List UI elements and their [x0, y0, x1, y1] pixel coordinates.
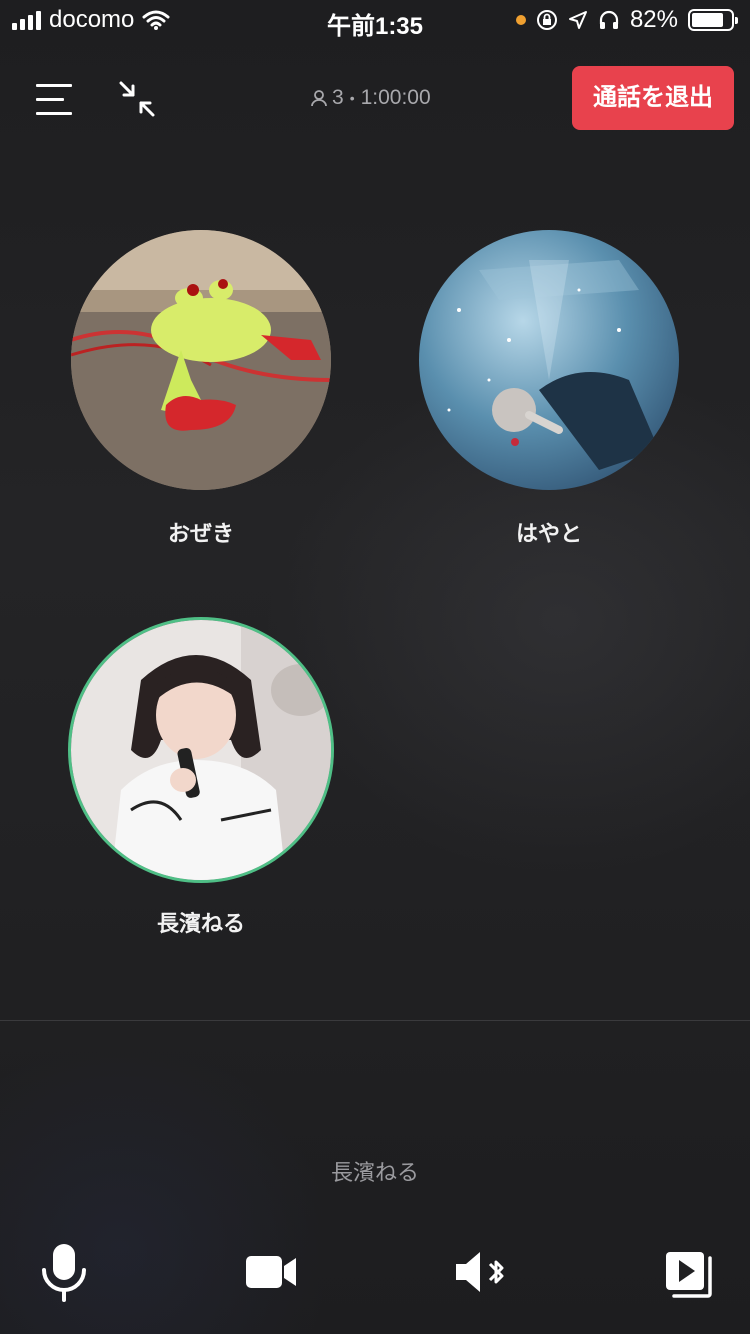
status-right: 82% [515, 6, 738, 34]
battery-percent: 82% [629, 6, 678, 33]
battery-icon [688, 9, 738, 31]
exit-call-button[interactable]: 通話を退出 [572, 66, 734, 130]
singer-with-microphone-photo [71, 620, 331, 880]
participant-tile[interactable]: おぜき [71, 230, 331, 548]
carrier-name: docomo [49, 6, 135, 33]
mic-in-use-indicator-icon [515, 15, 526, 25]
avatar-speaking [71, 620, 331, 880]
microphone-icon[interactable] [34, 1240, 94, 1304]
call-duration: 1:00:00 [360, 86, 431, 109]
participant-count: 3 [332, 86, 344, 109]
menu-icon[interactable] [36, 82, 72, 116]
wifi-icon [142, 10, 170, 30]
video-camera-icon[interactable] [242, 1240, 302, 1304]
person-icon [311, 90, 327, 107]
bluetooth-speaker-icon[interactable] [452, 1240, 512, 1304]
frog-plush-photo [71, 230, 331, 490]
concert-singer-photo [419, 230, 679, 490]
call-info: 3 • 1:00:00 [310, 86, 431, 110]
avatar [419, 230, 679, 490]
status-left: docomo [12, 6, 170, 34]
headphones-icon [599, 10, 619, 29]
screen-share-icon[interactable] [660, 1240, 720, 1304]
participant-tile[interactable]: はやと [419, 230, 679, 548]
avatar [71, 230, 331, 490]
divider [0, 1020, 750, 1021]
status-bar: docomo 午前1:35 82% [0, 0, 750, 40]
call-controls [0, 1240, 750, 1310]
minimize-call-icon[interactable] [118, 80, 156, 118]
location-icon [568, 11, 587, 29]
participant-name: おぜき [167, 521, 234, 546]
active-speaker-name: 長濱ねる [330, 1160, 419, 1185]
orientation-lock-icon [536, 10, 557, 30]
call-header: 3 • 1:00:00 通話を退出 [0, 60, 750, 140]
participant-name: はやと [515, 521, 582, 546]
participant-tile[interactable]: 長濱ねる [71, 620, 331, 938]
battery-level [692, 13, 724, 27]
audio-waveform-icon [310, 1062, 442, 1124]
separator-dot: • [349, 90, 355, 106]
participant-name: 長濱ねる [156, 911, 245, 936]
signal-strength-icon [12, 10, 41, 30]
